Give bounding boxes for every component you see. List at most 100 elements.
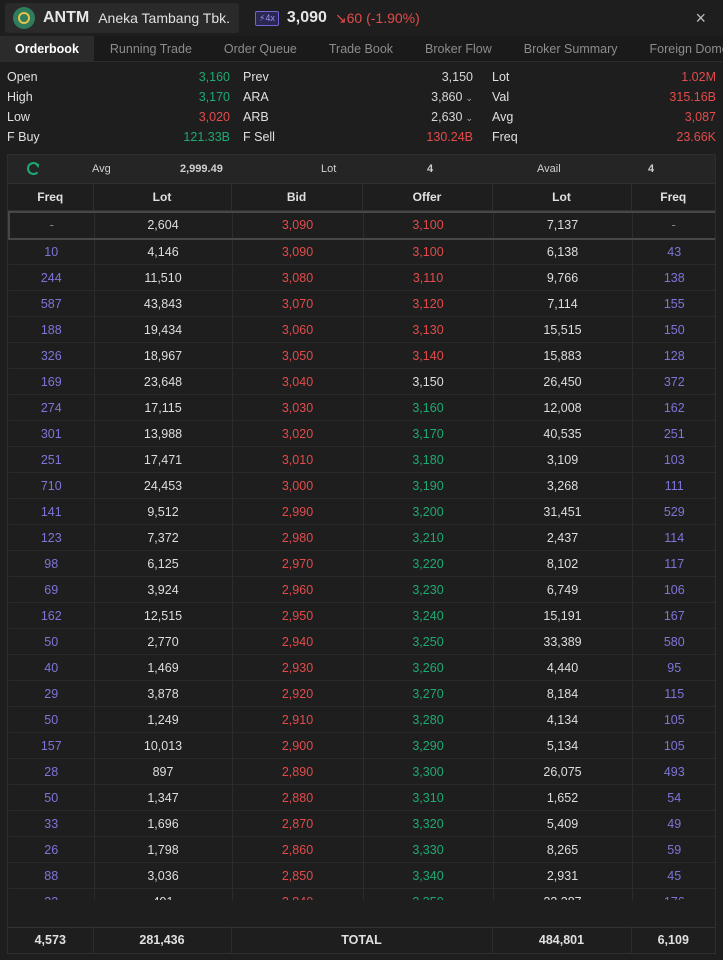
cell-bid-price[interactable]: 3,040 — [232, 368, 364, 395]
cell-bid-price[interactable]: 2,900 — [232, 732, 364, 759]
cell-offer-price[interactable]: 3,260 — [363, 654, 494, 681]
orderbook-row[interactable]: 98 6,125 2,970 3,220 8,102 117 — [9, 550, 715, 577]
cell-offer-price[interactable]: 3,160 — [363, 394, 494, 421]
chevron-down-icon[interactable]: ⌄ — [465, 113, 473, 123]
cell-offer-price[interactable]: 3,300 — [363, 758, 494, 785]
orderbook-row[interactable]: 710 24,453 3,000 3,190 3,268 111 — [9, 472, 715, 499]
tab-running-trade[interactable]: Running Trade — [94, 36, 208, 61]
orderbook-row[interactable]: 162 12,515 2,950 3,240 15,191 167 — [9, 602, 715, 629]
cell-bid-price[interactable]: 3,020 — [232, 420, 364, 447]
cell-bid-price[interactable]: 2,870 — [232, 810, 364, 837]
orderbook-row[interactable]: 28 897 2,890 3,300 26,075 493 — [9, 758, 715, 785]
orderbook-row[interactable]: 587 43,843 3,070 3,120 7,114 155 — [9, 290, 715, 317]
cell-bid-price[interactable]: 2,910 — [232, 706, 364, 733]
cell-bid-price[interactable]: 2,970 — [232, 550, 364, 577]
orderbook-row[interactable]: 123 7,372 2,980 3,210 2,437 114 — [9, 524, 715, 551]
cell-bid-price[interactable]: 2,990 — [232, 498, 364, 525]
cell-bid-price[interactable]: 2,890 — [232, 758, 364, 785]
stat-ara[interactable]: ARA 3,860 ⌄ — [243, 87, 478, 107]
cell-bid-price[interactable]: 2,960 — [232, 576, 364, 603]
leverage-badge[interactable]: ⚡4x — [255, 10, 279, 26]
col-header-freq-bid[interactable]: Freq — [8, 184, 94, 211]
cell-offer-price[interactable]: 3,210 — [363, 524, 494, 551]
cell-offer-price[interactable]: 3,320 — [363, 810, 494, 837]
stock-chip[interactable]: ANTM Aneka Tambang Tbk. — [5, 3, 240, 33]
cell-offer-price[interactable]: 3,310 — [363, 784, 494, 811]
cell-offer-price[interactable]: 3,100 — [363, 210, 494, 240]
tab-orderbook[interactable]: Orderbook — [0, 36, 94, 61]
orderbook-rows-scroll[interactable]: - 2,604 3,090 3,100 7,137 - 10 4,146 3,090… — [8, 210, 715, 900]
cell-offer-price[interactable]: 3,330 — [363, 836, 494, 863]
close-icon[interactable]: × — [695, 9, 706, 27]
cell-offer-price[interactable]: 3,120 — [363, 290, 494, 317]
orderbook-row[interactable]: 326 18,967 3,050 3,140 15,883 128 — [9, 342, 715, 369]
cell-bid-price[interactable]: 2,930 — [232, 654, 364, 681]
orderbook-row[interactable]: 157 10,013 2,900 3,290 5,134 105 — [9, 732, 715, 759]
cell-offer-price[interactable]: 3,290 — [363, 732, 494, 759]
cell-bid-price[interactable]: 2,860 — [232, 836, 364, 863]
tab-order-queue[interactable]: Order Queue — [208, 36, 313, 61]
cell-bid-price[interactable]: 2,940 — [232, 628, 364, 655]
cell-offer-price[interactable]: 3,200 — [363, 498, 494, 525]
orderbook-row[interactable]: 10 4,146 3,090 3,100 6,138 43 — [9, 238, 715, 265]
col-header-lot-offer[interactable]: Lot — [492, 184, 632, 211]
orderbook-row[interactable]: 33 1,696 2,870 3,320 5,409 49 — [9, 810, 715, 837]
cell-offer-price[interactable]: 3,110 — [363, 264, 494, 291]
cell-bid-price[interactable]: 3,080 — [232, 264, 364, 291]
tab-trade-book[interactable]: Trade Book — [313, 36, 409, 61]
cell-bid-price[interactable]: 3,070 — [232, 290, 364, 317]
cell-offer-price[interactable]: 3,250 — [363, 628, 494, 655]
cell-offer-price[interactable]: 3,100 — [363, 238, 494, 265]
cell-bid-price[interactable]: 2,980 — [232, 524, 364, 551]
cell-offer-price[interactable]: 3,230 — [363, 576, 494, 603]
cell-offer-price[interactable]: 3,280 — [363, 706, 494, 733]
orderbook-row[interactable]: 69 3,924 2,960 3,230 6,749 106 — [9, 576, 715, 603]
cell-offer-price[interactable]: 3,270 — [363, 680, 494, 707]
col-header-lot-bid[interactable]: Lot — [93, 184, 232, 211]
cell-offer-price[interactable]: 3,350 — [363, 888, 494, 900]
stat-arb[interactable]: ARB 2,630 ⌄ — [243, 107, 478, 127]
orderbook-row[interactable]: 244 11,510 3,080 3,110 9,766 138 — [9, 264, 715, 291]
cell-bid-price[interactable]: 3,050 — [232, 342, 364, 369]
orderbook-row[interactable]: 234912,8403,35023,387176 — [9, 888, 715, 900]
cell-offer-price[interactable]: 3,220 — [363, 550, 494, 577]
orderbook-row[interactable]: 274 17,115 3,030 3,160 12,008 162 — [9, 394, 715, 421]
cell-bid-price[interactable]: 3,060 — [232, 316, 364, 343]
orderbook-row[interactable]: 169 23,648 3,040 3,150 26,450 372 — [9, 368, 715, 395]
orderbook-row[interactable]: 141 9,512 2,990 3,200 31,451 529 — [9, 498, 715, 525]
cell-offer-price[interactable]: 3,190 — [363, 472, 494, 499]
cell-bid-price[interactable]: 2,920 — [232, 680, 364, 707]
cell-bid-price[interactable]: 2,850 — [232, 862, 364, 889]
chevron-down-icon[interactable]: ⌄ — [465, 93, 473, 103]
refresh-icon[interactable] — [27, 162, 40, 175]
col-header-offer[interactable]: Offer — [362, 184, 493, 211]
orderbook-row[interactable]: 301 13,988 3,020 3,170 40,535 251 — [9, 420, 715, 447]
cell-offer-price[interactable]: 3,180 — [363, 446, 494, 473]
col-header-freq-offer[interactable]: Freq — [631, 184, 715, 211]
cell-offer-price[interactable]: 3,340 — [363, 862, 494, 889]
cell-bid-price[interactable]: 2,950 — [232, 602, 364, 629]
cell-bid-price[interactable]: 3,000 — [232, 472, 364, 499]
best-price-row[interactable]: - 2,604 3,090 3,100 7,137 - — [8, 210, 715, 240]
orderbook-row[interactable]: 251 17,471 3,010 3,180 3,109 103 — [9, 446, 715, 473]
cell-offer-price[interactable]: 3,170 — [363, 420, 494, 447]
cell-offer-price[interactable]: 3,150 — [363, 368, 494, 395]
cell-bid-price[interactable]: 2,880 — [232, 784, 364, 811]
cell-offer-price[interactable]: 3,240 — [363, 602, 494, 629]
orderbook-row[interactable]: 88 3,036 2,850 3,340 2,931 45 — [9, 862, 715, 889]
orderbook-row[interactable]: 29 3,878 2,920 3,270 8,184 115 — [9, 680, 715, 707]
cell-bid-price[interactable]: 2,840 — [232, 888, 364, 900]
tab-broker-flow[interactable]: Broker Flow — [409, 36, 508, 61]
tab-broker-summary[interactable]: Broker Summary — [508, 36, 634, 61]
orderbook-row[interactable]: 40 1,469 2,930 3,260 4,440 95 — [9, 654, 715, 681]
cell-bid-price[interactable]: 3,090 — [232, 210, 364, 240]
orderbook-row[interactable]: 50 1,249 2,910 3,280 4,134 105 — [9, 706, 715, 733]
orderbook-row[interactable]: 50 1,347 2,880 3,310 1,652 54 — [9, 784, 715, 811]
cell-offer-price[interactable]: 3,140 — [363, 342, 494, 369]
col-header-bid[interactable]: Bid — [231, 184, 363, 211]
cell-offer-price[interactable]: 3,130 — [363, 316, 494, 343]
cell-bid-price[interactable]: 3,010 — [232, 446, 364, 473]
orderbook-row[interactable]: 26 1,798 2,860 3,330 8,265 59 — [9, 836, 715, 863]
cell-bid-price[interactable]: 3,030 — [232, 394, 364, 421]
orderbook-row[interactable]: 50 2,770 2,940 3,250 33,389 580 — [9, 628, 715, 655]
